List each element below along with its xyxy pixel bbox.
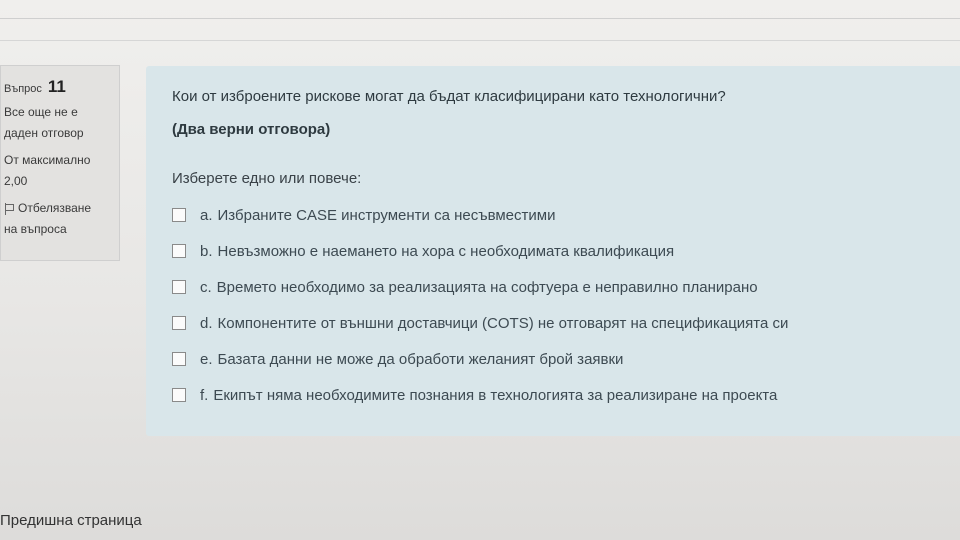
question-state-line: Все още не е xyxy=(4,105,78,119)
flag-icon[interactable] xyxy=(4,202,14,215)
answer-label[interactable]: Компонентите от външни доставчици (COTS)… xyxy=(218,315,789,332)
question-state: Все още не е даден отговор xyxy=(4,102,115,144)
answer-option[interactable]: b. Невъзможно е наемането на хора с необ… xyxy=(172,233,960,269)
divider xyxy=(0,18,960,19)
answer-label[interactable]: Екипът няма необходимите познания в техн… xyxy=(213,387,777,404)
answer-option[interactable]: f. Екипът няма необходимите познания в т… xyxy=(172,377,960,413)
answer-label[interactable]: Базата данни не може да обработи желания… xyxy=(218,351,624,368)
answer-label[interactable]: Невъзможно е наемането на хора с необход… xyxy=(218,243,675,260)
previous-page-link[interactable]: Предишна страница xyxy=(0,512,142,529)
answer-option[interactable]: e. Базата данни не може да обработи жела… xyxy=(172,341,960,377)
answer-option[interactable]: c. Времето необходимо за реализацията на… xyxy=(172,269,960,305)
question-grade: От максимално 2,00 xyxy=(4,150,115,192)
answer-letter: e. xyxy=(200,350,213,368)
answer-label[interactable]: Времето необходимо за реализацията на со… xyxy=(217,279,758,296)
question-state-line: даден отговор xyxy=(4,126,84,140)
answer-checkbox[interactable] xyxy=(172,352,186,366)
answer-prompt: Изберете едно или повече: xyxy=(172,170,362,187)
question-text: Кои от изброените рискове могат да бъдат… xyxy=(172,88,726,105)
answer-checkbox[interactable] xyxy=(172,244,186,258)
flag-question-label[interactable]: Отбелязване xyxy=(18,198,91,219)
divider xyxy=(0,40,960,41)
answer-letter: c. xyxy=(200,278,212,296)
question-number: Въпрос 11 xyxy=(4,76,115,100)
answer-checkbox[interactable] xyxy=(172,280,186,294)
question-number-label: Въпрос xyxy=(4,83,42,95)
quiz-page: Въпрос 11 Все още не е даден отговор От … xyxy=(0,0,960,540)
flag-question-link[interactable]: Отбелязване на въпроса xyxy=(4,198,115,240)
answer-checkbox[interactable] xyxy=(172,208,186,222)
answer-letter: d. xyxy=(200,314,213,332)
flag-question-label[interactable]: на въпроса xyxy=(4,219,115,240)
question-info-panel: Въпрос 11 Все още не е даден отговор От … xyxy=(0,65,120,261)
question-number-value: 11 xyxy=(47,77,66,96)
question-grade-line: От максимално xyxy=(4,153,91,167)
answer-option[interactable]: a. Избраните CASE инструменти са несъвме… xyxy=(172,197,960,233)
question-grade-value: 2,00 xyxy=(4,174,28,188)
answer-letter: f. xyxy=(200,386,209,404)
question-hint: (Два верни отговора) xyxy=(172,121,331,138)
answer-checkbox[interactable] xyxy=(172,316,186,330)
answer-letter: a. xyxy=(200,206,213,224)
question-content: Кои от изброените рискове могат да бъдат… xyxy=(146,66,960,436)
answer-letter: b. xyxy=(200,242,213,260)
answer-list: a. Избраните CASE инструменти са несъвме… xyxy=(172,197,960,413)
answer-checkbox[interactable] xyxy=(172,388,186,402)
answer-option[interactable]: d. Компонентите от външни доставчици (CO… xyxy=(172,305,960,341)
answer-label[interactable]: Избраните CASE инструменти са несъвмести… xyxy=(218,207,556,224)
